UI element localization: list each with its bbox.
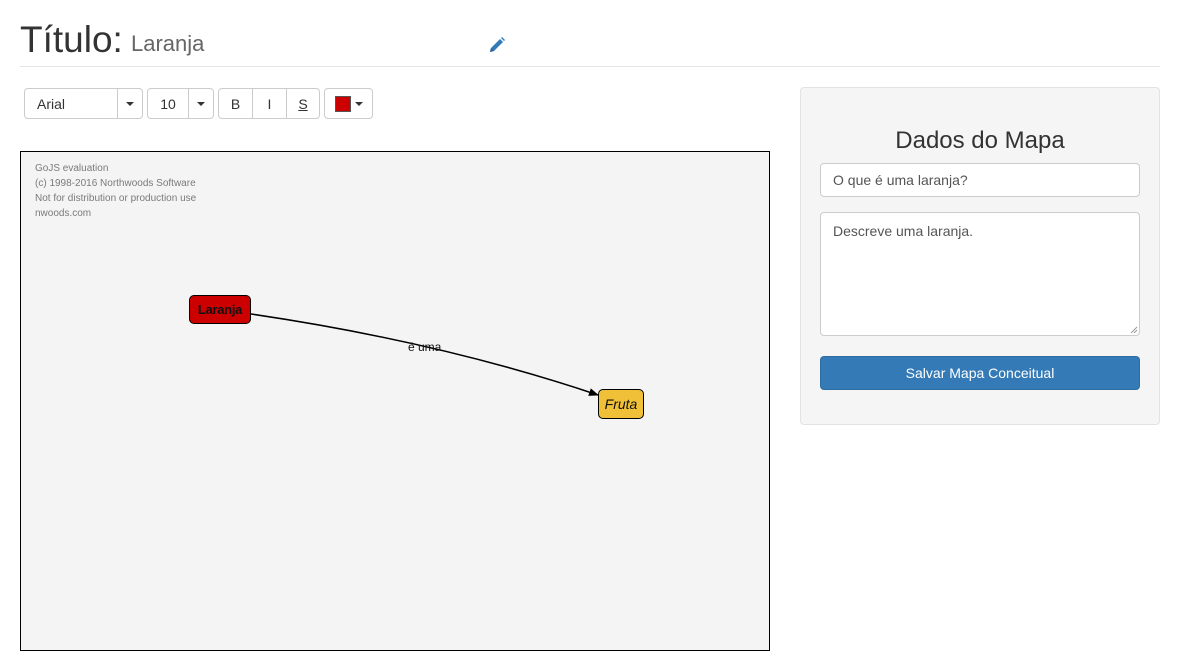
- title-label: Título:: [20, 19, 123, 60]
- focus-question-input[interactable]: [820, 163, 1140, 197]
- font-size-select[interactable]: 10: [147, 88, 189, 119]
- italic-button[interactable]: I: [252, 88, 287, 119]
- diagram-canvas[interactable]: GoJS evaluation (c) 1998-2016 Northwoods…: [20, 151, 770, 651]
- font-size-value: 10: [160, 96, 176, 112]
- underline-button[interactable]: S: [286, 88, 320, 119]
- panel-title: Dados do Mapa: [895, 127, 1065, 154]
- font-family-select[interactable]: Arial: [24, 88, 118, 119]
- concept-node-fruta[interactable]: Fruta: [598, 389, 644, 419]
- save-map-button[interactable]: Salvar Mapa Conceitual: [820, 356, 1140, 390]
- diagram-links: [250, 313, 599, 396]
- bold-label: B: [230, 96, 241, 112]
- bold-button[interactable]: B: [218, 88, 253, 119]
- concept-map-editor: Título: Laranja Arial 10 B I S GoJS eval…: [0, 0, 1180, 670]
- italic-label: I: [267, 96, 272, 112]
- color-swatch: [335, 96, 351, 112]
- pencil-icon[interactable]: [488, 36, 506, 54]
- font-family-value: Arial: [37, 96, 66, 112]
- font-size-dropdown-button[interactable]: [188, 88, 214, 119]
- concept-node-laranja[interactable]: Laranja: [189, 295, 251, 324]
- underline-label: S: [298, 96, 308, 112]
- title-value[interactable]: Laranja: [131, 30, 204, 58]
- link-label[interactable]: é uma: [408, 340, 441, 354]
- chevron-down-icon: [197, 102, 205, 106]
- color-picker-button[interactable]: [324, 88, 373, 119]
- description-textarea[interactable]: Descreve uma laranja.: [820, 212, 1140, 336]
- link-path[interactable]: [250, 313, 599, 396]
- chevron-down-icon: [355, 102, 363, 106]
- font-family-dropdown-button[interactable]: [117, 88, 143, 119]
- page-header: Título: Laranja: [20, 14, 1160, 67]
- chevron-down-icon: [126, 102, 134, 106]
- map-data-panel: Dados do Mapa Descreve uma laranja. Salv…: [800, 87, 1160, 425]
- resize-grip-icon[interactable]: [1128, 324, 1138, 334]
